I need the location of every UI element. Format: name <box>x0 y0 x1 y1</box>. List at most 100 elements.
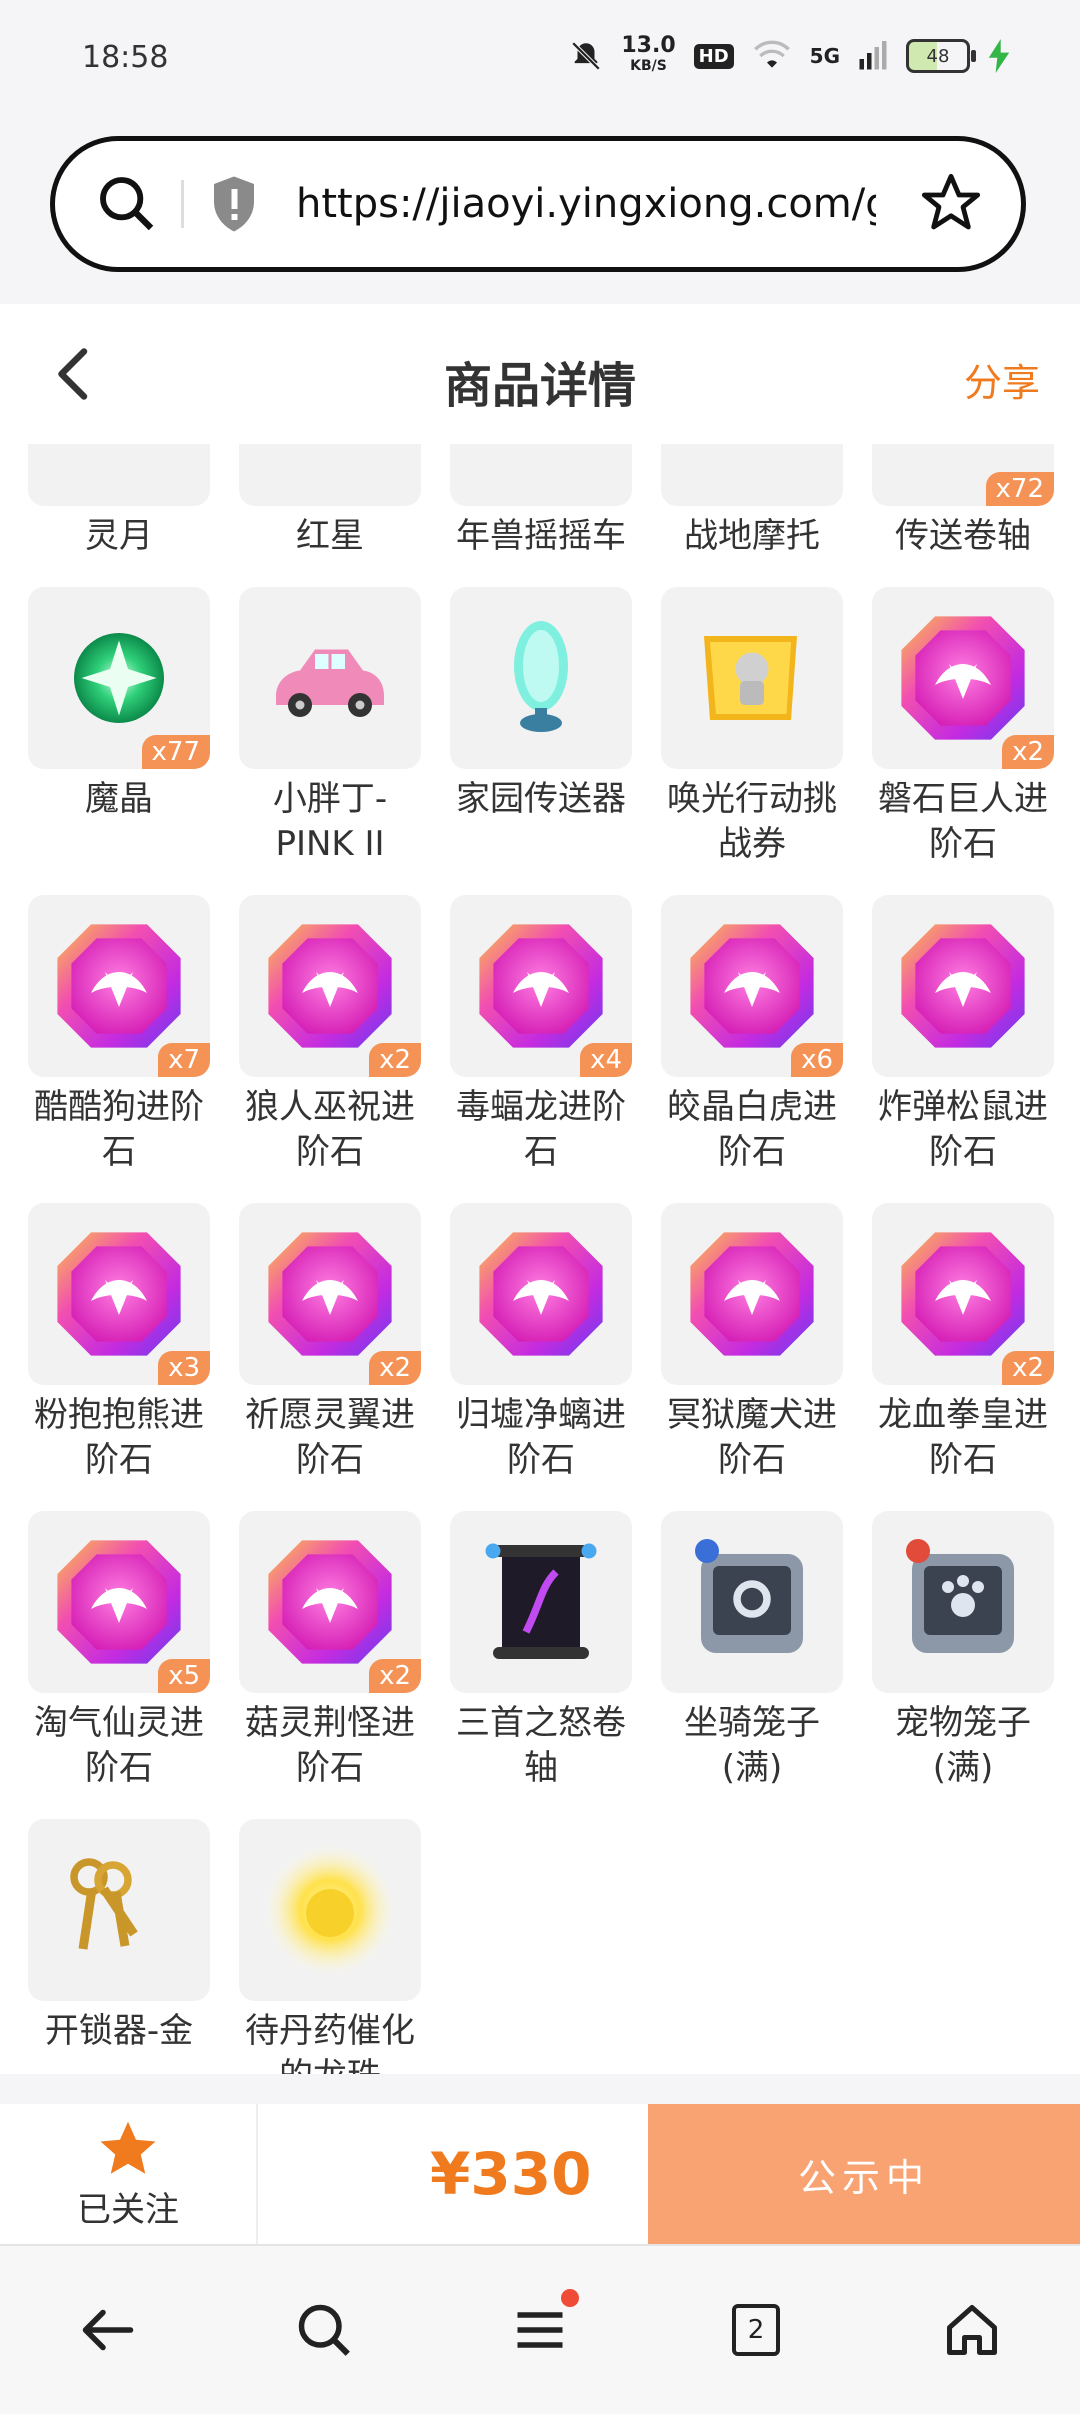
item-card[interactable]: 唤光行动挑战券 <box>661 587 843 867</box>
item-card[interactable]: x6 皎晶白虎进阶石 <box>661 895 843 1175</box>
item-label: 小胖丁-PINK II <box>272 779 388 864</box>
item-card[interactable]: 宠物笼子(满) <box>872 1511 1054 1791</box>
item-label: 归墟净螭进阶石 <box>456 1395 626 1480</box>
item-card[interactable]: 冥狱魔犬进阶石 <box>661 1203 843 1483</box>
gem-item-icon: x3 <box>28 1203 210 1385</box>
bookmark-star-icon[interactable] <box>919 171 983 235</box>
item-card[interactable]: 年兽摇摇车 <box>450 444 632 559</box>
item-card[interactable]: 三首之怒卷轴 <box>450 1511 632 1791</box>
item-label: 狼人巫祝进阶石 <box>245 1087 415 1172</box>
battery-icon: 48 <box>906 39 976 73</box>
status-icons: 13.0 KB/S HD 5G 48 <box>569 33 1010 76</box>
item-label: 家园传送器 <box>456 779 626 819</box>
item-card[interactable]: x77 魔晶 <box>28 587 210 867</box>
gem-item-icon: x2 <box>239 1203 421 1385</box>
item-label: 开锁器-金 <box>44 2011 194 2051</box>
follow-button[interactable]: 已关注 <box>0 2104 258 2244</box>
item-card[interactable]: x2 祈愿灵翼进阶石 <box>239 1203 421 1483</box>
gem-item-icon: x2 <box>872 587 1054 769</box>
quantity-badge: x6 <box>791 1043 843 1077</box>
item-label: 炸弹松鼠进阶石 <box>878 1087 1048 1172</box>
share-button[interactable]: 分享 <box>964 352 1040 407</box>
item-card[interactable]: x2 龙血拳皇进阶石 <box>872 1203 1054 1483</box>
ring-item-icon <box>239 444 421 506</box>
item-grid: 灵月 红星 年兽摇摇车 战地摩托 x72 传送卷轴 x77 魔晶 小胖丁-PINK II 家园传送… <box>28 444 1058 2074</box>
item-card[interactable]: x2 狼人巫祝进阶石 <box>239 895 421 1175</box>
item-label: 唤光行动挑战券 <box>667 779 837 864</box>
item-card[interactable]: 战地摩托 <box>661 444 843 559</box>
url-text[interactable]: https://jiaoyi.yingxiong.com/g ... <box>296 181 876 227</box>
address-bar[interactable]: https://jiaoyi.yingxiong.com/g ... <box>50 136 1026 272</box>
item-label: 三首之怒卷轴 <box>456 1703 626 1788</box>
item-card[interactable]: 坐骑笼子(满) <box>661 1511 843 1791</box>
item-label: 坐骑笼子(满) <box>684 1703 820 1788</box>
item-label: 皎晶白虎进阶石 <box>667 1087 837 1172</box>
item-card[interactable]: 小胖丁-PINK II <box>239 587 421 867</box>
gem-item-icon: x7 <box>28 895 210 1077</box>
item-label: 魔晶 <box>85 779 153 819</box>
car-item-icon <box>239 587 421 769</box>
cage-pet-item-icon <box>872 1511 1054 1693</box>
item-card[interactable]: x7 酷酷狗进阶石 <box>28 895 210 1175</box>
moto-item-icon <box>661 444 843 506</box>
item-card[interactable]: 红星 <box>239 444 421 559</box>
hd-badge: HD <box>693 43 734 69</box>
shield-icon[interactable] <box>208 174 260 234</box>
action-bar: 已关注 ¥330 公示中 <box>0 2104 1080 2244</box>
tab-count-icon: 2 <box>732 2304 780 2356</box>
nav-tabs[interactable]: 2 <box>721 2295 791 2365</box>
item-card[interactable]: x5 淘气仙灵进阶石 <box>28 1511 210 1791</box>
item-label: 冥狱魔犬进阶石 <box>667 1395 837 1480</box>
item-card[interactable]: 炸弹松鼠进阶石 <box>872 895 1054 1175</box>
item-label: 粉抱抱熊进阶石 <box>34 1395 204 1480</box>
item-card[interactable]: 家园传送器 <box>450 587 632 867</box>
notification-dot <box>561 2289 579 2307</box>
item-label: 淘气仙灵进阶石 <box>34 1703 204 1788</box>
quantity-badge: x2 <box>369 1043 421 1077</box>
item-card[interactable]: 灵月 <box>28 444 210 559</box>
gem-item-icon: x6 <box>661 895 843 1077</box>
item-card[interactable]: x3 粉抱抱熊进阶石 <box>28 1203 210 1483</box>
quantity-badge: x2 <box>1002 1351 1054 1385</box>
moon-item-icon <box>28 444 210 506</box>
nav-home[interactable] <box>937 2295 1007 2365</box>
item-label: 龙血拳皇进阶石 <box>878 1395 1048 1480</box>
item-label: 毒蝠龙进阶石 <box>456 1087 626 1172</box>
quantity-badge: x7 <box>158 1043 210 1077</box>
item-label: 酷酷狗进阶石 <box>34 1087 204 1172</box>
wifi-icon <box>753 40 790 68</box>
keys-item-icon <box>28 1819 210 2001</box>
search-icon[interactable] <box>95 172 159 236</box>
nav-back[interactable] <box>73 2295 143 2365</box>
item-card[interactable]: 待丹药催化的龙珠 <box>239 1819 421 2074</box>
price: ¥330 <box>430 2140 592 2208</box>
status-time: 18:58 <box>82 40 169 75</box>
scroll-item-icon: x72 <box>872 444 1054 506</box>
gem-item-icon <box>450 1203 632 1385</box>
quantity-badge: x5 <box>158 1659 210 1693</box>
item-card[interactable]: x2 磐石巨人进阶石 <box>872 587 1054 867</box>
cage-item-icon <box>661 1511 843 1693</box>
gem-item-icon: x2 <box>239 895 421 1077</box>
item-card[interactable]: 归墟净螭进阶石 <box>450 1203 632 1483</box>
quantity-badge: x2 <box>369 1659 421 1693</box>
nav-search[interactable] <box>289 2295 359 2365</box>
quantity-badge: x2 <box>1002 735 1054 769</box>
nav-menu[interactable] <box>505 2289 579 2365</box>
gem-item-icon <box>661 1203 843 1385</box>
menu-icon <box>517 2312 563 2348</box>
item-card[interactable]: x2 菇灵荆怪进阶石 <box>239 1511 421 1791</box>
item-label: 红星 <box>296 516 364 556</box>
item-card[interactable]: 开锁器-金 <box>28 1819 210 2074</box>
status-bar: 18:58 13.0 KB/S HD 5G 48 <box>0 0 1080 120</box>
item-card[interactable]: x72 传送卷轴 <box>872 444 1054 559</box>
crystal-item-icon: x77 <box>28 587 210 769</box>
mute-bell-icon <box>572 41 601 71</box>
net-speed: 13.0 KB/S <box>621 33 676 75</box>
item-card[interactable]: x4 毒蝠龙进阶石 <box>450 895 632 1175</box>
item-label: 传送卷轴 <box>895 516 1031 556</box>
star-filled-icon <box>100 2121 156 2174</box>
notice-status-button[interactable]: 公示中 <box>648 2104 1080 2244</box>
gem-item-icon: x5 <box>28 1511 210 1693</box>
signal-icon <box>859 41 887 70</box>
